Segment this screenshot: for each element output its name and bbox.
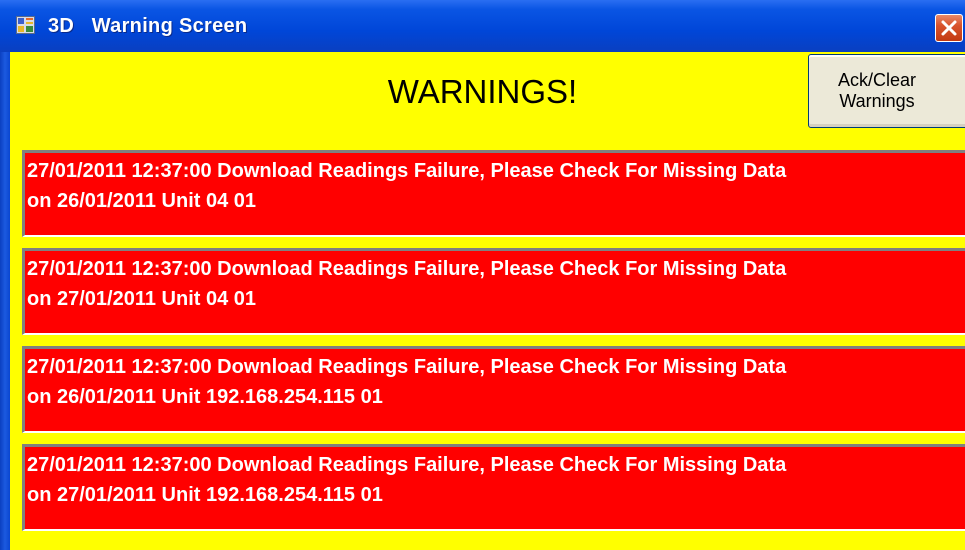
window-frame-left <box>0 52 10 550</box>
warning-item: 27/01/2011 12:37:00 Download Readings Fa… <box>22 444 965 531</box>
app-window-icon[interactable] <box>16 16 35 34</box>
warning-message-line2: on 27/01/2011 Unit 04 01 <box>27 288 257 310</box>
warning-message-line1: 27/01/2011 12:37:00 Download Readings Fa… <box>27 160 787 182</box>
ack-button-label-line2: Warnings <box>839 91 915 111</box>
warning-item: 27/01/2011 12:37:00 Download Readings Fa… <box>22 248 965 335</box>
warning-message-line1: 27/01/2011 12:37:00 Download Readings Fa… <box>27 356 787 378</box>
warning-item: 27/01/2011 12:37:00 Download Readings Fa… <box>22 150 965 237</box>
ack-button-label-line1: Ack/Clear <box>837 70 917 90</box>
close-button[interactable] <box>935 14 963 42</box>
warning-item: 27/01/2011 12:37:00 Download Readings Fa… <box>22 346 965 433</box>
warning-message-line2: on 26/01/2011 Unit 192.168.254.115 01 <box>27 386 383 408</box>
warning-message-line2: on 27/01/2011 Unit 192.168.254.115 01 <box>27 484 383 506</box>
warning-message-line1: 27/01/2011 12:37:00 Download Readings Fa… <box>27 454 787 476</box>
window-title: 3D Warning Screen <box>48 15 248 37</box>
title-bar[interactable]: 3D Warning Screen <box>0 0 965 52</box>
close-icon <box>941 20 957 36</box>
warning-screen-window: 3D Warning Screen WARNINGS! Ack/Clear Wa… <box>0 0 965 550</box>
warning-message-line2: on 26/01/2011 Unit 04 01 <box>27 190 257 212</box>
ack-clear-warnings-button[interactable]: Ack/Clear Warnings <box>808 54 965 128</box>
warning-message-line1: 27/01/2011 12:37:00 Download Readings Fa… <box>27 258 787 280</box>
